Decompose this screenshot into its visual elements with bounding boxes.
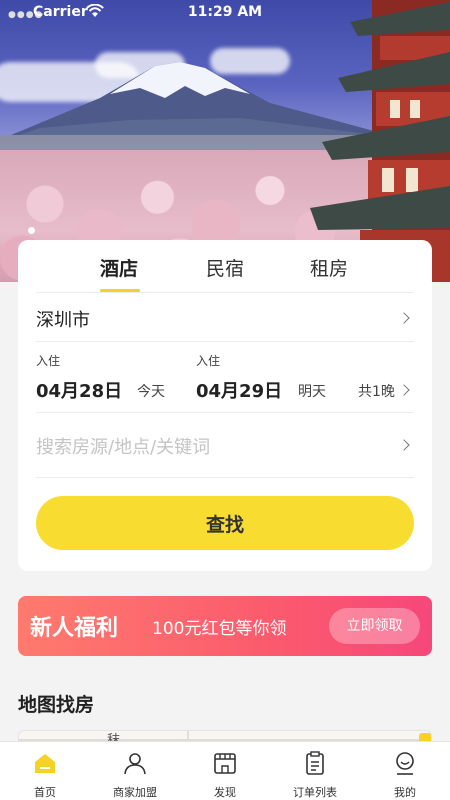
chevron-right-icon: [398, 439, 410, 451]
nights-count: 共1晚: [358, 384, 395, 400]
tabbar-label: 我的: [394, 786, 416, 799]
person-icon: [124, 753, 146, 775]
bottom-tab-bar: 首页 商家加盟 发现 订单列表 我的: [0, 741, 450, 800]
tab-hotel[interactable]: 酒店: [100, 254, 138, 281]
tabbar-item-discover[interactable]: 发现: [180, 742, 270, 800]
user-circle-icon: [396, 752, 414, 775]
map-section-title: 地图找房: [18, 694, 95, 716]
keyword-search-placeholder: 搜索房源/地点/关键词: [36, 437, 211, 458]
search-button[interactable]: 查找: [36, 496, 414, 550]
city-name: 深圳市: [36, 310, 90, 331]
search-card: 酒店 民宿 租房 深圳市 入住 04月28日 今天 入住 04月29日 明天 共…: [18, 240, 432, 571]
claim-button[interactable]: 立即领取: [329, 608, 420, 644]
keyword-search-field[interactable]: 搜索房源/地点/关键词: [18, 413, 432, 477]
status-bar: ●●●● Carrier 11:29 AM: [0, 0, 450, 24]
tabbar-item-profile[interactable]: 我的: [360, 742, 450, 800]
home-icon: [35, 754, 55, 773]
carousel-indicator-dot[interactable]: [28, 227, 35, 234]
chevron-right-icon: [398, 312, 410, 324]
promo-subtitle: 100元红包等你领: [152, 619, 287, 639]
tabbar-item-orders[interactable]: 订单列表: [270, 742, 360, 800]
tab-rental[interactable]: 租房: [310, 254, 348, 281]
clipboard-icon: [306, 751, 324, 775]
date-selector[interactable]: 入住 04月28日 今天 入住 04月29日 明天 共1晚: [18, 342, 432, 412]
tab-homestay[interactable]: 民宿: [206, 254, 244, 281]
check-out-day: 明天: [298, 384, 326, 400]
new-user-promo-banner[interactable]: 新人福利 100元红包等你领 立即领取: [18, 596, 432, 656]
app-screen: ●●●● Carrier 11:29 AM 酒店 民宿 租房 深圳市 入住 04: [0, 0, 450, 800]
check-in-day: 今天: [137, 384, 165, 400]
tabbar-label: 发现: [214, 786, 236, 799]
tabbar-label: 商家加盟: [113, 786, 157, 799]
check-in-date: 04月28日: [36, 381, 123, 402]
tabbar-label: 订单列表: [293, 786, 337, 799]
city-selector[interactable]: 深圳市: [18, 293, 432, 341]
category-tabs: 酒店 民宿 租房: [18, 240, 432, 292]
chevron-right-icon: [398, 384, 410, 396]
check-out-label: 入住: [196, 354, 221, 368]
promo-title: 新人福利: [30, 616, 119, 641]
tabbar-item-home[interactable]: 首页: [0, 742, 90, 800]
store-icon: [214, 753, 236, 774]
check-in-label: 入住: [36, 354, 61, 368]
tabbar-label: 首页: [34, 786, 56, 799]
check-out-date: 04月29日: [196, 381, 283, 402]
tabbar-item-merchant[interactable]: 商家加盟: [90, 742, 180, 800]
status-time: 11:29 AM: [187, 4, 263, 20]
divider: [36, 477, 414, 478]
